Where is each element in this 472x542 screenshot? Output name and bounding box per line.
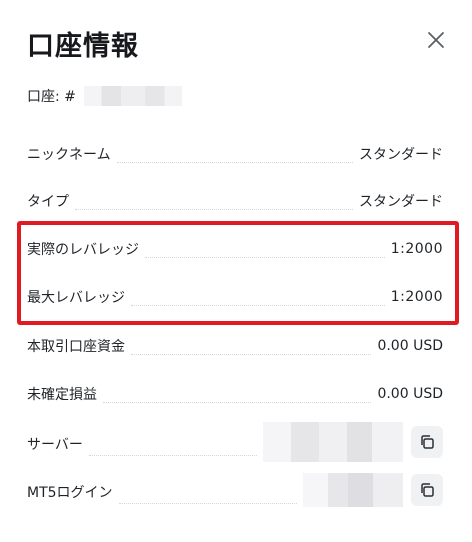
row-value: 1:2000 — [390, 289, 443, 305]
row-value: 0.00 USD — [377, 386, 443, 402]
row-server: サーバー — [27, 422, 443, 462]
row-leader — [131, 354, 372, 355]
row-leader — [145, 257, 385, 258]
row-label: MT5ログイン — [27, 485, 113, 501]
copy-login-button[interactable] — [411, 474, 443, 506]
row-actual-leverage: 実際のレバレッジ 1:2000 — [27, 236, 443, 262]
row-value: スタンダード — [359, 147, 443, 163]
row-value: スタンダード — [359, 194, 443, 210]
row-leader — [103, 402, 372, 403]
account-number: 口座: # — [27, 86, 182, 106]
row-label: タイプ — [27, 194, 69, 210]
row-value: 0.00 USD — [377, 338, 443, 354]
close-button[interactable] — [424, 28, 448, 52]
copy-server-button[interactable] — [411, 426, 443, 458]
row-label: ニックネーム — [27, 147, 111, 163]
row-label: 未確定損益 — [27, 387, 97, 403]
row-max-leverage: 最大レバレッジ 1:2000 — [27, 284, 443, 310]
row-value: 1:2000 — [390, 241, 443, 257]
row-leader — [88, 455, 257, 456]
row-label: 最大レバレッジ — [27, 290, 125, 306]
row-leader — [131, 305, 385, 306]
row-type: タイプ スタンダード — [27, 188, 443, 214]
row-account-funds: 本取引口座資金 0.00 USD — [27, 333, 443, 359]
row-label: サーバー — [27, 437, 83, 453]
row-leader — [118, 503, 297, 504]
close-icon[interactable] — [424, 28, 448, 52]
copy-icon[interactable] — [419, 482, 435, 498]
row-mt5-login: MT5ログイン — [27, 472, 443, 508]
account-number-masked — [83, 86, 182, 106]
account-label: 口座: # — [27, 89, 76, 105]
row-leader — [116, 162, 353, 163]
server-masked — [263, 422, 403, 462]
row-label: 実際のレバレッジ — [27, 242, 139, 258]
row-label: 本取引口座資金 — [27, 339, 125, 355]
row-nickname: ニックネーム スタンダード — [27, 141, 443, 167]
row-leader — [75, 209, 353, 210]
page-title: 口座情報 — [27, 31, 139, 62]
login-masked — [303, 473, 403, 507]
copy-icon[interactable] — [419, 434, 435, 450]
row-unrealized-pl: 未確定損益 0.00 USD — [27, 381, 443, 407]
